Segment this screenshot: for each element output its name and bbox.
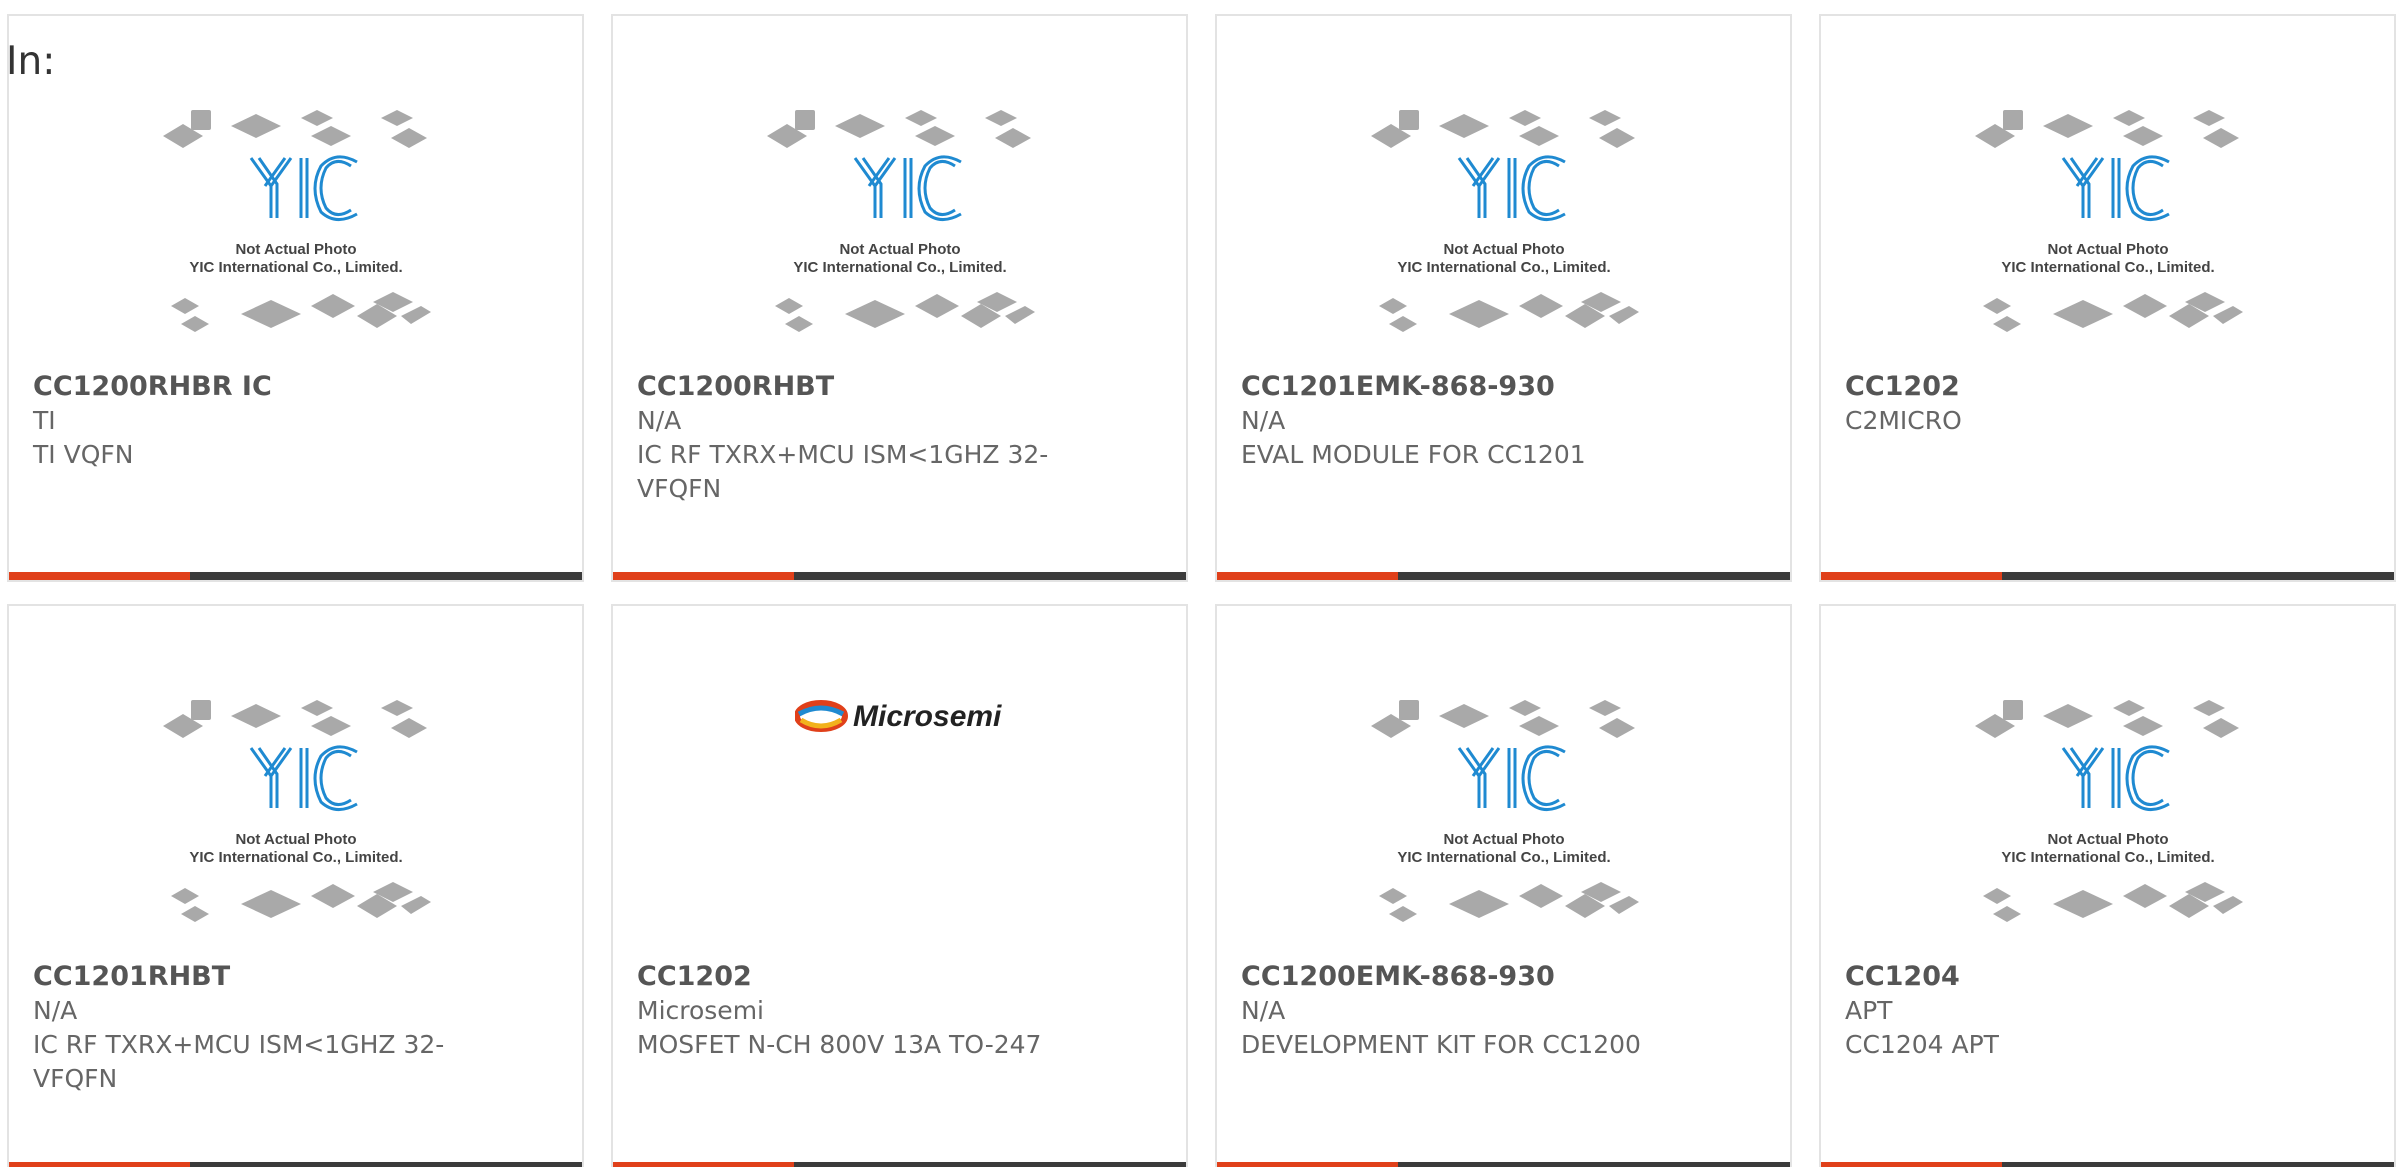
product-image[interactable]: Not Actual Photo YIC International Co., … — [1821, 16, 2394, 356]
product-image[interactable]: Not Actual Photo YIC International Co., … — [1217, 606, 1790, 946]
svg-text:Not Actual Photo: Not Actual Photo — [2047, 241, 2168, 258]
yic-placeholder-image: Not Actual Photo YIC International Co., … — [162, 700, 431, 922]
product-card[interactable]: Not Actual Photo YIC International Co., … — [1819, 14, 2396, 582]
svg-text:YIC International Co., Limited: YIC International Co., Limited. — [1397, 259, 1610, 276]
product-image[interactable]: Not Actual Photo YIC International Co., … — [1217, 16, 1790, 356]
product-manufacturer: N/A — [1241, 996, 1286, 1025]
product-description: IC RF TXRX+MCU ISM<1GHZ 32-VFQFN — [637, 440, 1049, 503]
svg-text:YIC International Co., Limited: YIC International Co., Limited. — [2001, 259, 2214, 276]
card-accent-bar — [9, 572, 190, 580]
product-manufacturer: Microsemi — [637, 996, 764, 1025]
card-accent-bar — [9, 1162, 190, 1167]
yic-placeholder-image: Not Actual Photo YIC International Co., … — [1370, 110, 1639, 332]
card-accent-bar — [613, 1162, 794, 1167]
product-part-number[interactable]: CC1200RHBT — [637, 370, 1162, 404]
product-description: MOSFET N-CH 800V 13A TO-247 — [637, 1030, 1042, 1059]
svg-text:Microsemi: Microsemi — [853, 700, 1002, 733]
product-card[interactable]: Not Actual Photo YIC International Co., … — [1819, 604, 2396, 1167]
card-accent-bar — [1217, 1162, 1398, 1167]
product-card[interactable]: Not Actual Photo YIC International Co., … — [611, 14, 1188, 582]
product-card[interactable]: Not Actual Photo YIC International Co., … — [1215, 14, 1792, 582]
card-accent-bar — [1821, 572, 2002, 580]
product-description: DEVELOPMENT KIT FOR CC1200 — [1241, 1030, 1641, 1059]
card-bottom-bar — [1217, 572, 1790, 580]
product-image[interactable]: Not Actual Photo YIC International Co., … — [613, 16, 1186, 356]
card-accent-bar — [1821, 1162, 2002, 1167]
product-part-number[interactable]: CC1200RHBR IC — [33, 370, 558, 404]
yic-placeholder-image: Not Actual Photo YIC International Co., … — [162, 110, 431, 332]
product-card[interactable]: Not Actual Photo YIC International Co., … — [7, 14, 584, 582]
product-part-number[interactable]: CC1201RHBT — [33, 960, 558, 994]
product-part-number[interactable]: CC1201EMK-868-930 — [1241, 370, 1766, 404]
product-manufacturer: C2MICRO — [1845, 406, 1962, 435]
svg-text:YIC International Co., Limited: YIC International Co., Limited. — [189, 259, 402, 276]
product-part-number[interactable]: CC1202 — [637, 960, 1162, 994]
product-image[interactable]: Not Actual Photo YIC International Co., … — [1821, 606, 2394, 946]
card-bottom-bar — [1821, 1162, 2394, 1167]
product-manufacturer: N/A — [33, 996, 78, 1025]
product-description: IC RF TXRX+MCU ISM<1GHZ 32-VFQFN — [33, 1030, 445, 1093]
svg-text:Not Actual Photo: Not Actual Photo — [839, 241, 960, 258]
svg-text:Not Actual Photo: Not Actual Photo — [235, 831, 356, 848]
card-bottom-bar — [1217, 1162, 1790, 1167]
product-description: EVAL MODULE FOR CC1201 — [1241, 440, 1586, 469]
product-card[interactable]: Not Actual Photo YIC International Co., … — [7, 604, 584, 1167]
svg-text:YIC International Co., Limited: YIC International Co., Limited. — [189, 849, 402, 866]
microsemi-logo: Microsemi — [794, 700, 1002, 733]
product-image[interactable]: Microsemi — [613, 606, 1186, 946]
filter-label: In: — [6, 39, 56, 84]
card-accent-bar — [1217, 572, 1398, 580]
product-image[interactable]: Not Actual Photo YIC International Co., … — [9, 606, 582, 946]
product-grid-page: In: Not Actual Photo YIC International C… — [0, 0, 2400, 1167]
yic-placeholder-image: Not Actual Photo YIC International Co., … — [766, 110, 1035, 332]
product-card[interactable]: Not Actual Photo YIC International Co., … — [1215, 604, 1792, 1167]
card-bottom-bar — [9, 572, 582, 580]
svg-text:Not Actual Photo: Not Actual Photo — [2047, 831, 2168, 848]
svg-text:Not Actual Photo: Not Actual Photo — [1443, 831, 1564, 848]
product-manufacturer: N/A — [637, 406, 682, 435]
svg-text:Not Actual Photo: Not Actual Photo — [235, 241, 356, 258]
svg-text:YIC International Co., Limited: YIC International Co., Limited. — [1397, 849, 1610, 866]
product-part-number[interactable]: CC1204 — [1845, 960, 2370, 994]
svg-text:Not Actual Photo: Not Actual Photo — [1443, 241, 1564, 258]
card-bottom-bar — [613, 1162, 1186, 1167]
card-bottom-bar — [1821, 572, 2394, 580]
product-part-number[interactable]: CC1202 — [1845, 370, 2370, 404]
product-description: TI VQFN — [33, 440, 134, 469]
yic-placeholder-image: Not Actual Photo YIC International Co., … — [1974, 110, 2243, 332]
product-card[interactable]: Microsemi CC1202 Microsemi MOSFET N-CH 8… — [611, 604, 1188, 1167]
card-accent-bar — [613, 572, 794, 580]
svg-text:YIC International Co., Limited: YIC International Co., Limited. — [793, 259, 1006, 276]
product-image[interactable]: Not Actual Photo YIC International Co., … — [9, 16, 582, 356]
product-description: CC1204 APT — [1845, 1030, 1999, 1059]
product-manufacturer: N/A — [1241, 406, 1286, 435]
product-part-number[interactable]: CC1200EMK-868-930 — [1241, 960, 1766, 994]
card-bottom-bar — [613, 572, 1186, 580]
card-bottom-bar — [9, 1162, 582, 1167]
yic-placeholder-image: Not Actual Photo YIC International Co., … — [1370, 700, 1639, 922]
svg-text:YIC International Co., Limited: YIC International Co., Limited. — [2001, 849, 2214, 866]
product-manufacturer: APT — [1845, 996, 1893, 1025]
yic-placeholder-image: Not Actual Photo YIC International Co., … — [1974, 700, 2243, 922]
product-manufacturer: TI — [33, 406, 56, 435]
